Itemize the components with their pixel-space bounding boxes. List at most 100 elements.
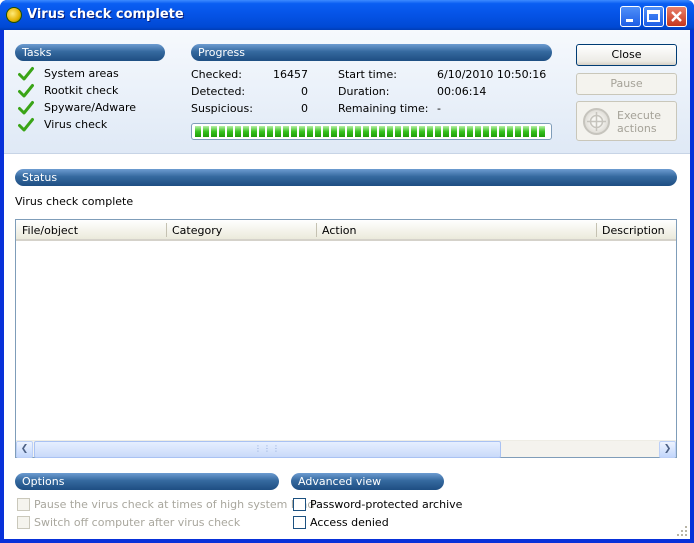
close-icon	[671, 11, 682, 22]
progress-segment	[299, 126, 305, 137]
progress-segment	[403, 126, 409, 137]
progress-segment	[459, 126, 465, 137]
shutdown-checkbox[interactable]	[17, 516, 30, 529]
detected-label: Detected:	[191, 85, 246, 98]
table-header: File/object Category Action Description	[16, 220, 676, 241]
pause-button[interactable]: Pause	[576, 73, 677, 95]
execute-actions-label: Execute actions	[617, 109, 661, 135]
password-archive-checkbox[interactable]	[293, 498, 306, 511]
resize-grip-icon[interactable]	[676, 525, 688, 537]
progress-segment	[435, 126, 441, 137]
crosshair-icon	[583, 108, 610, 135]
minimize-button[interactable]	[620, 6, 641, 27]
title-bar[interactable]: Virus check complete	[0, 0, 694, 30]
progress-segment	[475, 126, 481, 137]
status-text: Virus check complete	[15, 195, 134, 208]
column-divider[interactable]	[596, 223, 597, 237]
execute-label-line2: actions	[617, 122, 657, 135]
progress-segment	[515, 126, 521, 137]
task-label: System areas	[44, 67, 119, 80]
password-archive-label: Password-protected archive	[310, 498, 463, 511]
start-time-label: Start time:	[338, 68, 397, 81]
progress-bar	[191, 123, 552, 140]
progress-segment	[467, 126, 473, 137]
main-window: Virus check complete Tasks System areas R…	[0, 0, 694, 543]
remaining-time-label: Remaining time:	[338, 102, 429, 115]
progress-segment	[483, 126, 489, 137]
progress-segment	[427, 126, 433, 137]
suspicious-value: 0	[301, 102, 308, 115]
chevron-left-icon: ❮	[20, 444, 29, 454]
column-category[interactable]: Category	[172, 224, 222, 237]
progress-segment	[379, 126, 385, 137]
progress-segment	[259, 126, 265, 137]
progress-segment	[243, 126, 249, 137]
app-icon[interactable]	[6, 7, 22, 23]
progress-segment	[347, 126, 353, 137]
horizontal-scrollbar[interactable]: ❮ ⋮⋮⋮ ❯	[16, 440, 676, 458]
progress-segment	[443, 126, 449, 137]
column-file-object[interactable]: File/object	[22, 224, 78, 237]
scroll-right-button[interactable]: ❯	[659, 441, 676, 458]
pause-button-label: Pause	[610, 77, 643, 90]
options-header: Options	[15, 473, 279, 490]
progress-segment	[235, 126, 241, 137]
task-label: Virus check	[44, 118, 108, 131]
progress-segment	[331, 126, 337, 137]
access-denied-checkbox[interactable]	[293, 516, 306, 529]
scroll-thumb[interactable]: ⋮⋮⋮	[34, 441, 501, 458]
remaining-time-value: -	[437, 102, 441, 115]
window-title: Virus check complete	[27, 7, 184, 22]
detected-value: 0	[301, 85, 308, 98]
progress-segment	[499, 126, 505, 137]
progress-segment	[371, 126, 377, 137]
pause-on-load-label: Pause the virus check at times of high s…	[34, 498, 315, 511]
access-denied-label: Access denied	[310, 516, 389, 529]
column-description[interactable]: Description	[602, 224, 665, 237]
tasks-header: Tasks	[15, 44, 165, 61]
grip-icon: ⋮⋮⋮	[254, 444, 281, 453]
column-divider[interactable]	[316, 223, 317, 237]
pause-on-load-checkbox[interactable]	[17, 498, 30, 511]
progress-segment	[291, 126, 297, 137]
close-window-button[interactable]	[666, 6, 687, 27]
progress-segment	[267, 126, 273, 137]
progress-segment	[275, 126, 281, 137]
progress-segment	[227, 126, 233, 137]
progress-segment	[355, 126, 361, 137]
checkmark-icon	[18, 84, 34, 98]
progress-segment	[387, 126, 393, 137]
progress-segment	[531, 126, 537, 137]
progress-segment	[251, 126, 257, 137]
progress-segment	[195, 126, 201, 137]
progress-header: Progress	[191, 44, 552, 61]
shutdown-label: Switch off computer after virus check	[34, 516, 241, 529]
status-header: Status	[15, 169, 677, 186]
suspicious-label: Suspicious:	[191, 102, 253, 115]
checked-value: 16457	[273, 68, 308, 81]
progress-segment	[307, 126, 313, 137]
execute-label-line1: Execute	[617, 109, 661, 122]
close-button[interactable]: Close	[576, 44, 677, 66]
progress-segment	[395, 126, 401, 137]
progress-segment	[219, 126, 225, 137]
execute-actions-button[interactable]: Execute actions	[576, 101, 677, 141]
summary-panel: Tasks System areas Rootkit check Spyware/A…	[4, 30, 690, 154]
advanced-view-header: Advanced view	[291, 473, 444, 490]
progress-segment	[451, 126, 457, 137]
start-time-value: 6/10/2010 10:50:16	[437, 68, 547, 81]
column-action[interactable]: Action	[322, 224, 356, 237]
progress-segment	[491, 126, 497, 137]
checked-label: Checked:	[191, 68, 242, 81]
progress-segment	[507, 126, 513, 137]
maximize-icon	[647, 10, 660, 22]
progress-segment	[411, 126, 417, 137]
minimize-icon	[626, 19, 633, 22]
scroll-left-button[interactable]: ❮	[16, 441, 33, 458]
progress-segment	[419, 126, 425, 137]
column-divider[interactable]	[166, 223, 167, 237]
progress-segment	[211, 126, 217, 137]
results-table[interactable]: File/object Category Action Description …	[15, 219, 677, 458]
duration-label: Duration:	[338, 85, 390, 98]
maximize-button[interactable]	[643, 6, 664, 27]
